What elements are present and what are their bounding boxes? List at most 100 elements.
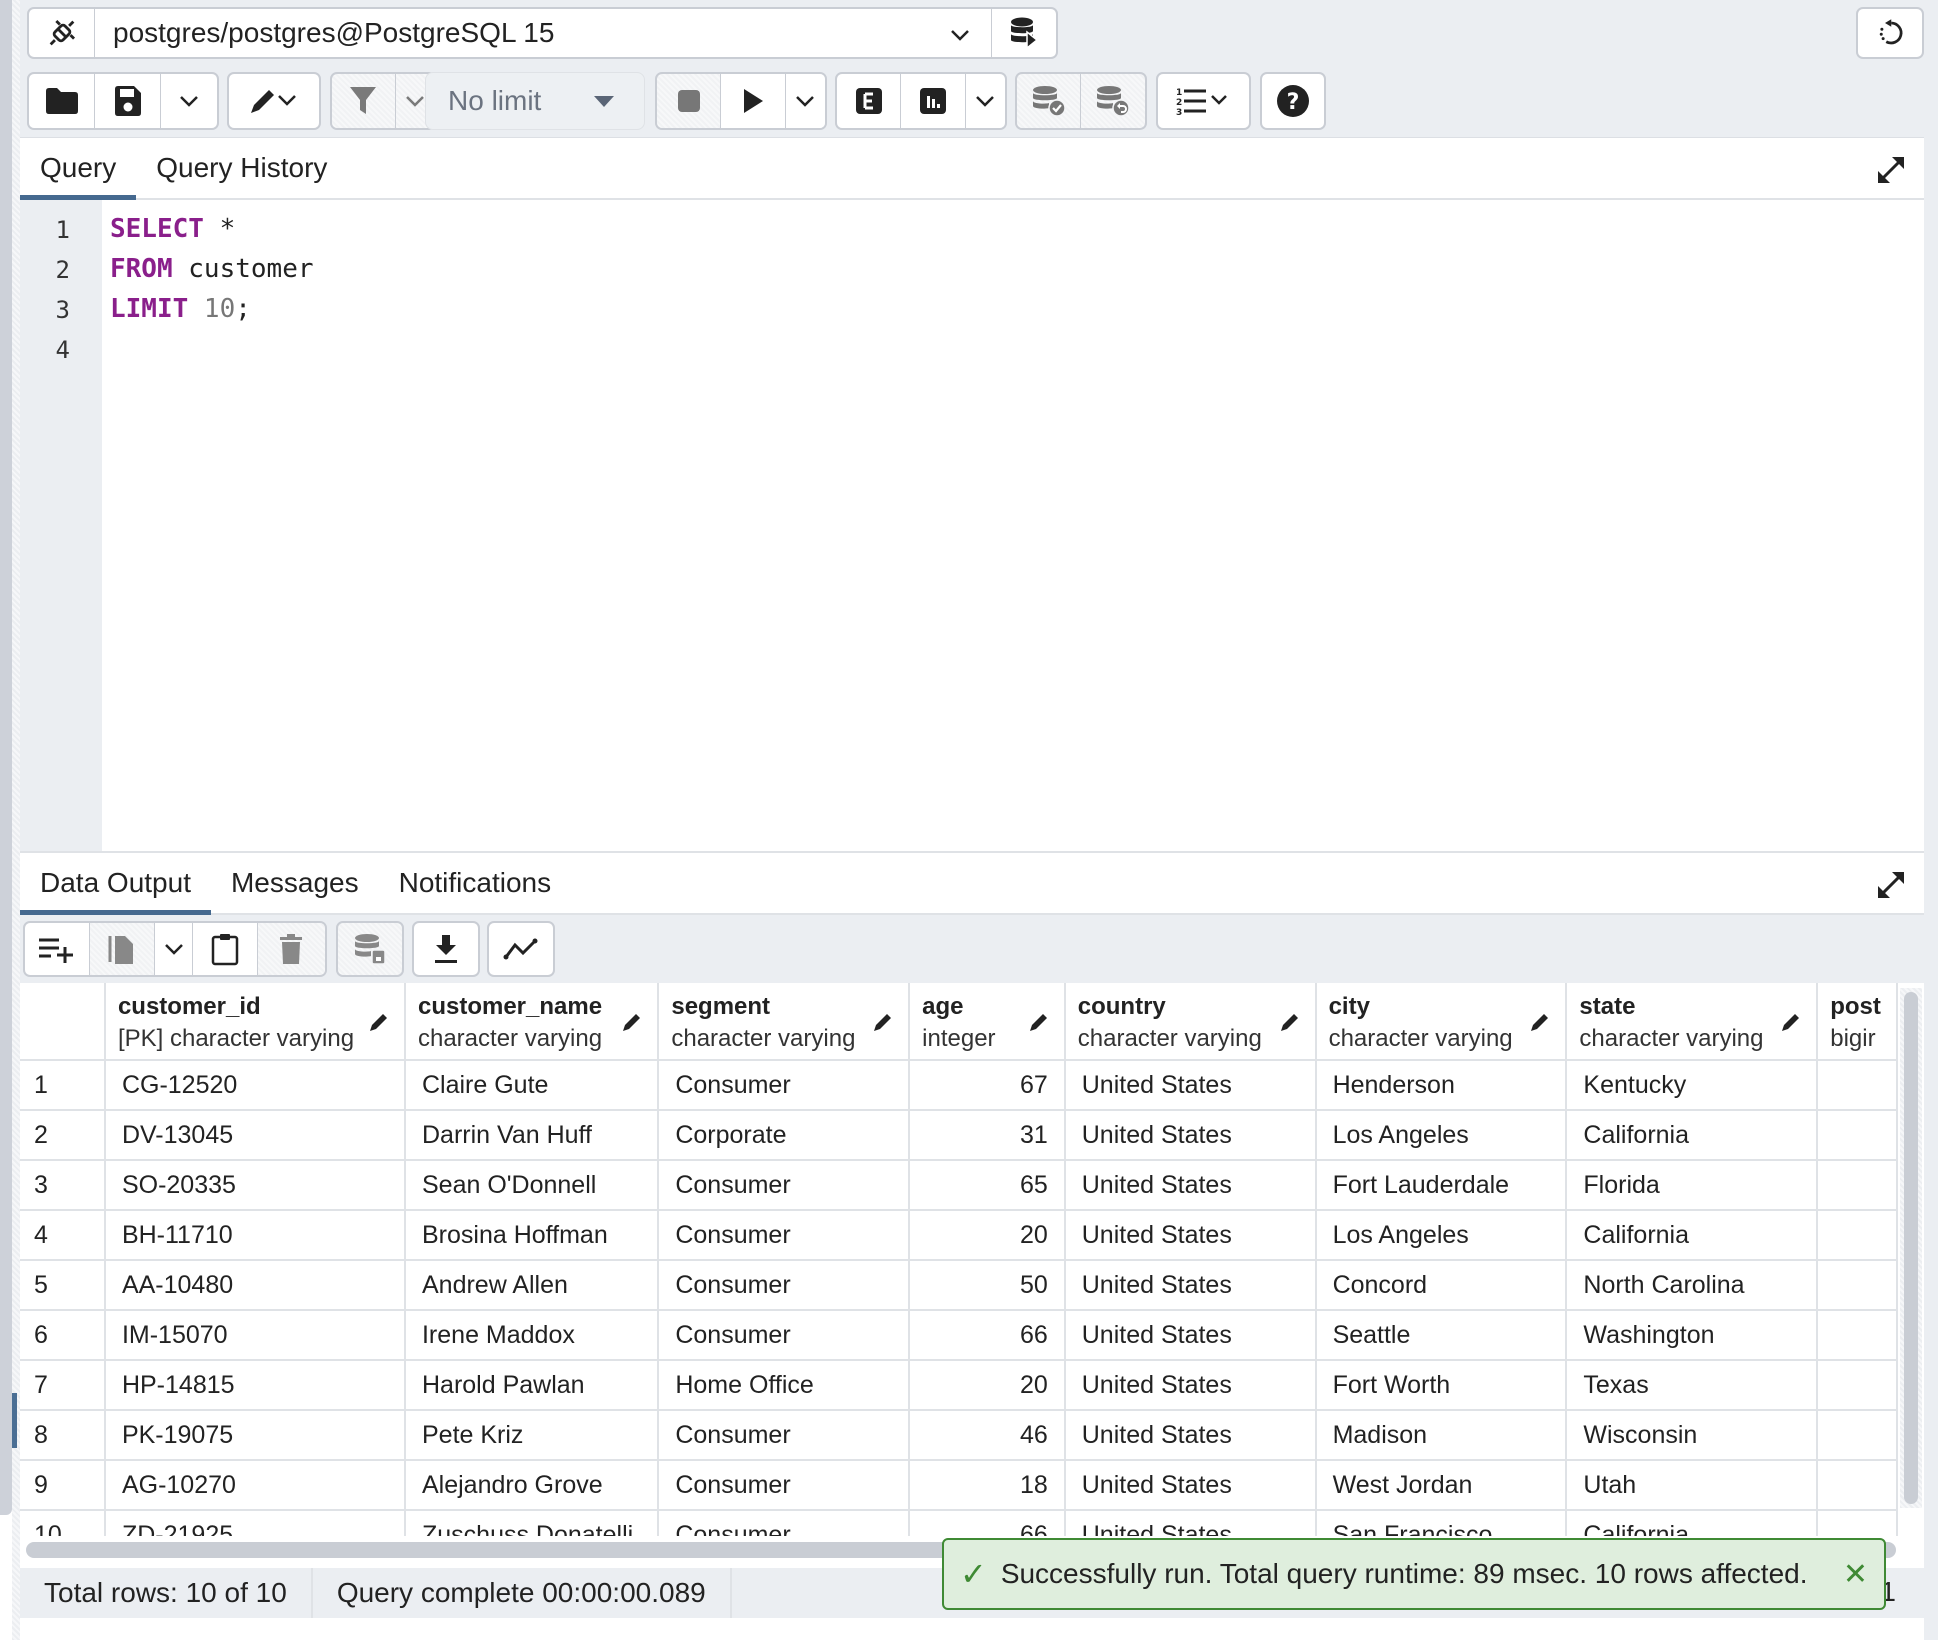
tab-query-history[interactable]: Query History xyxy=(136,138,347,198)
column-header-age[interactable]: age integer xyxy=(909,983,1066,1061)
table-row[interactable]: 4 BH-11710 Brosina Hoffman Consumer 20 United… xyxy=(20,1210,1898,1261)
cell-customer_name[interactable]: Harold Pawlan xyxy=(404,1360,660,1411)
cell-post[interactable] xyxy=(1817,1110,1898,1161)
cell-state[interactable]: Florida xyxy=(1566,1160,1819,1211)
column-header-state[interactable]: state character varying xyxy=(1566,983,1819,1061)
connection-status-button[interactable] xyxy=(29,9,95,57)
cell-city[interactable]: Henderson xyxy=(1315,1060,1568,1111)
table-row[interactable]: 10 ZD-21925 Zuschuss Donatelli Consumer 66 Un… xyxy=(20,1510,1898,1536)
connection-dropdown[interactable]: postgres/postgres@PostgreSQL 15 xyxy=(95,9,992,57)
cell-country[interactable]: United States xyxy=(1064,1110,1317,1161)
cell-segment[interactable]: Consumer xyxy=(658,1460,911,1511)
cell-city[interactable]: Seattle xyxy=(1315,1310,1568,1361)
cell-segment[interactable]: Consumer xyxy=(658,1210,911,1261)
cell-country[interactable]: United States xyxy=(1064,1410,1317,1461)
cell-customer_name[interactable]: Sean O'Donnell xyxy=(404,1160,660,1211)
column-header-customer_id[interactable]: customer_id [PK] character varying xyxy=(104,983,406,1061)
cell-post[interactable] xyxy=(1817,1460,1898,1511)
execute-button[interactable] xyxy=(721,74,786,128)
data-grid[interactable]: customer_id [PK] character varying custome… xyxy=(20,983,1898,1536)
cell-customer_id[interactable]: IM-15070 xyxy=(104,1310,406,1361)
cell-age[interactable]: 67 xyxy=(909,1060,1066,1111)
edit-button[interactable] xyxy=(229,74,319,128)
save-data-changes-button[interactable] xyxy=(338,923,402,975)
cell-customer_name[interactable]: Andrew Allen xyxy=(404,1260,660,1311)
cell-city[interactable]: Fort Lauderdale xyxy=(1315,1160,1568,1211)
tab-query[interactable]: Query xyxy=(20,138,137,200)
maximize-output-button[interactable] xyxy=(1874,868,1908,902)
cell-post[interactable] xyxy=(1817,1310,1898,1361)
copy-options-dropdown[interactable] xyxy=(155,923,193,975)
cell-country[interactable]: United States xyxy=(1064,1310,1317,1361)
tab-messages[interactable]: Messages xyxy=(211,853,379,913)
cell-age[interactable]: 50 xyxy=(909,1260,1066,1311)
execute-options-dropdown[interactable] xyxy=(785,74,825,128)
cell-customer_name[interactable]: Zuschuss Donatelli xyxy=(404,1510,660,1536)
maximize-editor-button[interactable] xyxy=(1874,153,1908,187)
vertical-scroll-thumb[interactable] xyxy=(1904,992,1918,1504)
cell-age[interactable]: 20 xyxy=(909,1360,1066,1411)
cell-customer_name[interactable]: Brosina Hoffman xyxy=(404,1210,660,1261)
explain-button[interactable] xyxy=(837,74,902,128)
table-row[interactable]: 7 HP-14815 Harold Pawlan Home Office 20 Unite… xyxy=(20,1360,1898,1411)
close-icon[interactable]: ✕ xyxy=(1843,1557,1868,1592)
vertical-scrollbar[interactable] xyxy=(1900,988,1922,1508)
cell-state[interactable]: California xyxy=(1566,1210,1819,1261)
cell-age[interactable]: 65 xyxy=(909,1160,1066,1211)
cell-age[interactable]: 20 xyxy=(909,1210,1066,1261)
cell-country[interactable]: United States xyxy=(1064,1510,1317,1536)
tab-notifications[interactable]: Notifications xyxy=(379,853,572,913)
cell-age[interactable]: 66 xyxy=(909,1510,1066,1536)
macros-button[interactable]: 123 xyxy=(1158,74,1249,128)
cell-post[interactable] xyxy=(1817,1210,1898,1261)
cell-customer_id[interactable]: BH-11710 xyxy=(104,1210,406,1261)
cell-city[interactable]: San Francisco xyxy=(1315,1510,1568,1536)
row-limit-select[interactable]: No limit xyxy=(425,72,645,130)
cell-post[interactable] xyxy=(1817,1060,1898,1111)
cell-segment[interactable]: Consumer xyxy=(658,1510,911,1536)
cell-city[interactable]: West Jordan xyxy=(1315,1460,1568,1511)
cell-customer_id[interactable]: AG-10270 xyxy=(104,1460,406,1511)
cell-segment[interactable]: Consumer xyxy=(658,1160,911,1211)
cell-country[interactable]: United States xyxy=(1064,1160,1317,1211)
cell-city[interactable]: Fort Worth xyxy=(1315,1360,1568,1411)
cell-state[interactable]: Washington xyxy=(1566,1310,1819,1361)
new-connection-button[interactable] xyxy=(992,9,1056,57)
table-row[interactable]: 8 PK-19075 Pete Kriz Consumer 46 United State… xyxy=(20,1410,1898,1461)
cell-state[interactable]: Kentucky xyxy=(1566,1060,1819,1111)
help-button[interactable]: ? xyxy=(1262,74,1324,128)
cell-age[interactable]: 18 xyxy=(909,1460,1066,1511)
filter-button[interactable] xyxy=(332,74,396,128)
cell-customer_id[interactable]: CG-12520 xyxy=(104,1060,406,1111)
cell-customer_name[interactable]: Alejandro Grove xyxy=(404,1460,660,1511)
table-row[interactable]: 2 DV-13045 Darrin Van Huff Corporate 31 Unite… xyxy=(20,1110,1898,1161)
table-row[interactable]: 3 SO-20335 Sean O'Donnell Consumer 65 United … xyxy=(20,1160,1898,1211)
cell-segment[interactable]: Consumer xyxy=(658,1410,911,1461)
cell-customer_id[interactable]: HP-14815 xyxy=(104,1360,406,1411)
open-file-button[interactable] xyxy=(29,74,95,128)
cell-state[interactable]: Wisconsin xyxy=(1566,1410,1819,1461)
add-row-button[interactable] xyxy=(25,923,91,975)
stop-button[interactable] xyxy=(657,74,722,128)
sql-editor[interactable]: 1 2 3 4 SELECT * FROM customer LIMIT 10; xyxy=(20,200,1938,853)
column-header-customer_name[interactable]: customer_name character varying xyxy=(404,983,660,1061)
cell-country[interactable]: United States xyxy=(1064,1260,1317,1311)
table-row[interactable]: 9 AG-10270 Alejandro Grove Consumer 18 United… xyxy=(20,1460,1898,1511)
copy-button[interactable] xyxy=(90,923,156,975)
cell-customer_id[interactable]: PK-19075 xyxy=(104,1410,406,1461)
cell-customer_id[interactable]: ZD-21925 xyxy=(104,1510,406,1536)
cell-post[interactable] xyxy=(1817,1360,1898,1411)
cell-country[interactable]: United States xyxy=(1064,1460,1317,1511)
cell-customer_id[interactable]: DV-13045 xyxy=(104,1110,406,1161)
column-header-country[interactable]: country character varying xyxy=(1064,983,1317,1061)
cell-city[interactable]: Concord xyxy=(1315,1260,1568,1311)
cell-post[interactable] xyxy=(1817,1510,1898,1536)
graph-visualiser-button[interactable] xyxy=(489,923,553,975)
cell-city[interactable]: Los Angeles xyxy=(1315,1110,1568,1161)
cell-customer_id[interactable]: SO-20335 xyxy=(104,1160,406,1211)
cell-segment[interactable]: Consumer xyxy=(658,1260,911,1311)
tab-data-output[interactable]: Data Output xyxy=(20,853,211,915)
cell-age[interactable]: 31 xyxy=(909,1110,1066,1161)
cell-state[interactable]: North Carolina xyxy=(1566,1260,1819,1311)
download-csv-button[interactable] xyxy=(414,923,478,975)
